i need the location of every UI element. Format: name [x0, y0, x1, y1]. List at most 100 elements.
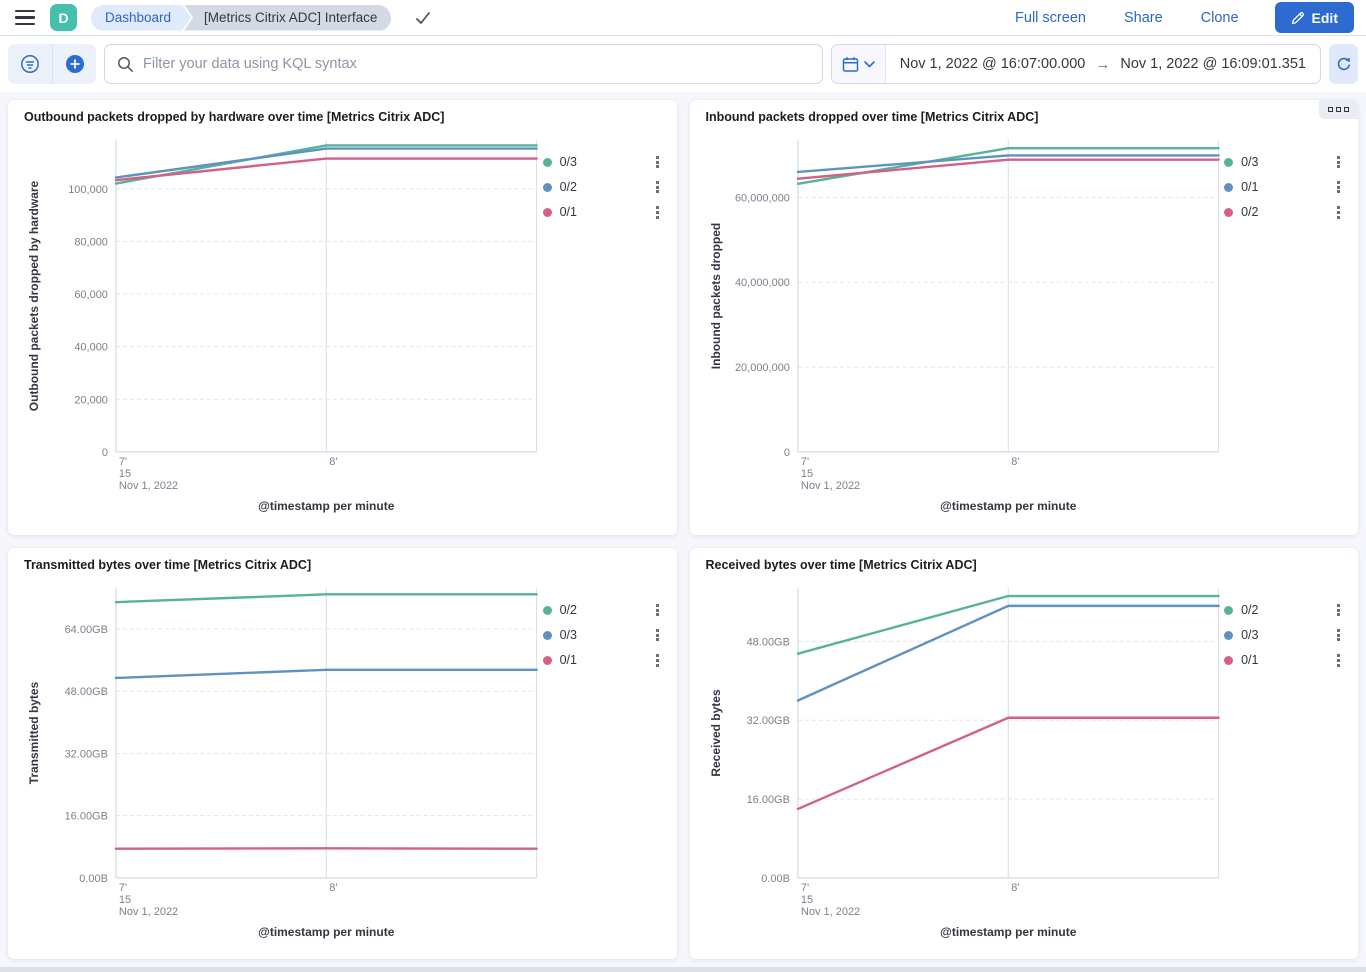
panel-title[interactable]: Transmitted bytes over time [Metrics Cit…: [24, 556, 311, 572]
legend-series-label[interactable]: 0/2: [560, 603, 646, 617]
kql-search-input[interactable]: [143, 56, 810, 72]
time-range-picker: Nov 1, 2022 @ 16:07:00.000 → Nov 1, 2022…: [831, 44, 1321, 84]
legend-series-label[interactable]: 0/3: [1241, 628, 1327, 642]
legend-series-label[interactable]: 0/2: [560, 180, 646, 194]
svg-text:15: 15: [119, 468, 131, 480]
svg-text:8': 8': [1011, 456, 1019, 468]
top-navigation: D Dashboard [Metrics Citrix ADC] Interfa…: [0, 0, 1366, 36]
breadcrumb-current-dashboard[interactable]: [Metrics Citrix ADC] Interface: [184, 5, 391, 31]
menu-icon[interactable]: [12, 7, 38, 29]
legend-series-label[interactable]: 0/3: [560, 155, 646, 169]
svg-text:0: 0: [102, 447, 108, 459]
svg-text:80,000: 80,000: [74, 236, 108, 248]
space-avatar[interactable]: D: [50, 4, 77, 31]
svg-text:48.00GB: 48.00GB: [746, 636, 789, 648]
line-chart: 0.00B16.00GB32.00GB48.00GB64.00GB7'15Nov…: [24, 576, 543, 944]
saved-query-icon[interactable]: [8, 44, 52, 84]
legend-series-label[interactable]: 0/2: [1241, 603, 1327, 617]
legend-series-dot: [1224, 631, 1233, 640]
svg-text:Nov 1, 2022: Nov 1, 2022: [800, 906, 859, 918]
legend-actions-icon[interactable]: [654, 602, 661, 618]
legend-series-label[interactable]: 0/1: [1241, 180, 1327, 194]
chart-legend: 0/3 0/1 0/2: [1224, 128, 1342, 518]
svg-text:15: 15: [800, 894, 812, 906]
svg-text:@timestamp per minute: @timestamp per minute: [940, 925, 1077, 939]
legend-item: 0/2: [1224, 602, 1342, 618]
calendar-dropdown-button[interactable]: [832, 45, 886, 83]
legend-actions-icon[interactable]: [1335, 179, 1342, 195]
panel-options-icon[interactable]: [1319, 100, 1358, 119]
breadcrumb-dashboard[interactable]: Dashboard: [91, 5, 191, 31]
legend-series-dot: [543, 158, 552, 167]
chevron-down-icon: [864, 61, 875, 68]
clone-link[interactable]: Clone: [1201, 10, 1239, 26]
legend-actions-icon[interactable]: [654, 204, 661, 220]
panel-title[interactable]: Outbound packets dropped by hardware ove…: [24, 108, 444, 124]
legend-series-label[interactable]: 0/1: [1241, 653, 1327, 667]
add-filter-icon[interactable]: [52, 44, 96, 84]
panel-title[interactable]: Inbound packets dropped over time [Metri…: [706, 108, 1039, 124]
svg-text:Nov 1, 2022: Nov 1, 2022: [119, 906, 178, 918]
legend-series-label[interactable]: 0/3: [1241, 155, 1327, 169]
legend-series-dot: [1224, 208, 1233, 217]
legend-series-label[interactable]: 0/1: [560, 653, 646, 667]
svg-text:15: 15: [800, 468, 812, 480]
svg-text:32.00GB: 32.00GB: [746, 715, 789, 727]
edit-button[interactable]: Edit: [1275, 2, 1354, 33]
panel-inbound-packets-dropped: Inbound packets dropped over time [Metri…: [690, 100, 1359, 535]
panel-title[interactable]: Received bytes over time [Metrics Citrix…: [706, 556, 977, 572]
legend-series-dot: [1224, 158, 1233, 167]
legend-actions-icon[interactable]: [1335, 154, 1342, 170]
legend-actions-icon[interactable]: [1335, 627, 1342, 643]
legend-item: 0/1: [543, 652, 661, 668]
kql-search-box: [104, 44, 823, 84]
svg-text:20,000: 20,000: [74, 394, 108, 406]
calendar-icon: [842, 56, 859, 73]
legend-actions-icon[interactable]: [654, 652, 661, 668]
svg-text:8': 8': [1011, 882, 1019, 894]
line-chart: 020,00040,00060,00080,000100,0007'15Nov …: [24, 128, 543, 518]
legend-series-label[interactable]: 0/1: [560, 205, 646, 219]
legend-actions-icon[interactable]: [654, 154, 661, 170]
legend-series-dot: [543, 208, 552, 217]
legend-series-dot: [543, 656, 552, 665]
svg-text:Received bytes: Received bytes: [708, 689, 722, 777]
arrow-right-icon: →: [1095, 56, 1110, 73]
legend-actions-icon[interactable]: [1335, 204, 1342, 220]
pencil-icon: [1291, 11, 1305, 25]
dashboard-grid: Outbound packets dropped by hardware ove…: [0, 92, 1366, 967]
svg-text:40,000,000: 40,000,000: [734, 277, 789, 289]
legend-actions-icon[interactable]: [654, 627, 661, 643]
chart-legend: 0/2 0/3 0/1: [1224, 576, 1342, 944]
svg-text:7': 7': [119, 456, 127, 468]
refresh-icon: [1336, 56, 1352, 72]
legend-actions-icon[interactable]: [1335, 652, 1342, 668]
time-range-start[interactable]: Nov 1, 2022 @ 16:07:00.000: [900, 56, 1086, 72]
svg-text:Transmitted bytes: Transmitted bytes: [27, 681, 41, 784]
svg-text:100,000: 100,000: [68, 184, 108, 196]
legend-series-label[interactable]: 0/3: [560, 628, 646, 642]
legend-item: 0/3: [543, 627, 661, 643]
svg-text:40,000: 40,000: [74, 342, 108, 354]
svg-text:20,000,000: 20,000,000: [734, 362, 789, 374]
svg-text:7': 7': [800, 882, 808, 894]
svg-text:0: 0: [783, 447, 789, 459]
legend-series-dot: [1224, 606, 1233, 615]
legend-actions-icon[interactable]: [1335, 602, 1342, 618]
legend-item: 0/2: [543, 602, 661, 618]
svg-text:16.00GB: 16.00GB: [746, 794, 789, 806]
line-chart: 0.00B16.00GB32.00GB48.00GB7'15Nov 1, 202…: [706, 576, 1225, 944]
legend-series-dot: [1224, 183, 1233, 192]
refresh-button[interactable]: [1329, 44, 1358, 84]
legend-series-dot: [543, 606, 552, 615]
time-range-end[interactable]: Nov 1, 2022 @ 16:09:01.351: [1120, 56, 1306, 72]
chart-legend: 0/2 0/3 0/1: [543, 576, 661, 944]
legend-series-label[interactable]: 0/2: [1241, 205, 1327, 219]
full-screen-link[interactable]: Full screen: [1015, 10, 1086, 26]
svg-text:32.00GB: 32.00GB: [65, 748, 108, 760]
legend-actions-icon[interactable]: [654, 179, 661, 195]
svg-text:Nov 1, 2022: Nov 1, 2022: [119, 480, 178, 492]
svg-text:16.00GB: 16.00GB: [65, 811, 108, 823]
share-link[interactable]: Share: [1124, 10, 1163, 26]
legend-item: 0/2: [543, 179, 661, 195]
